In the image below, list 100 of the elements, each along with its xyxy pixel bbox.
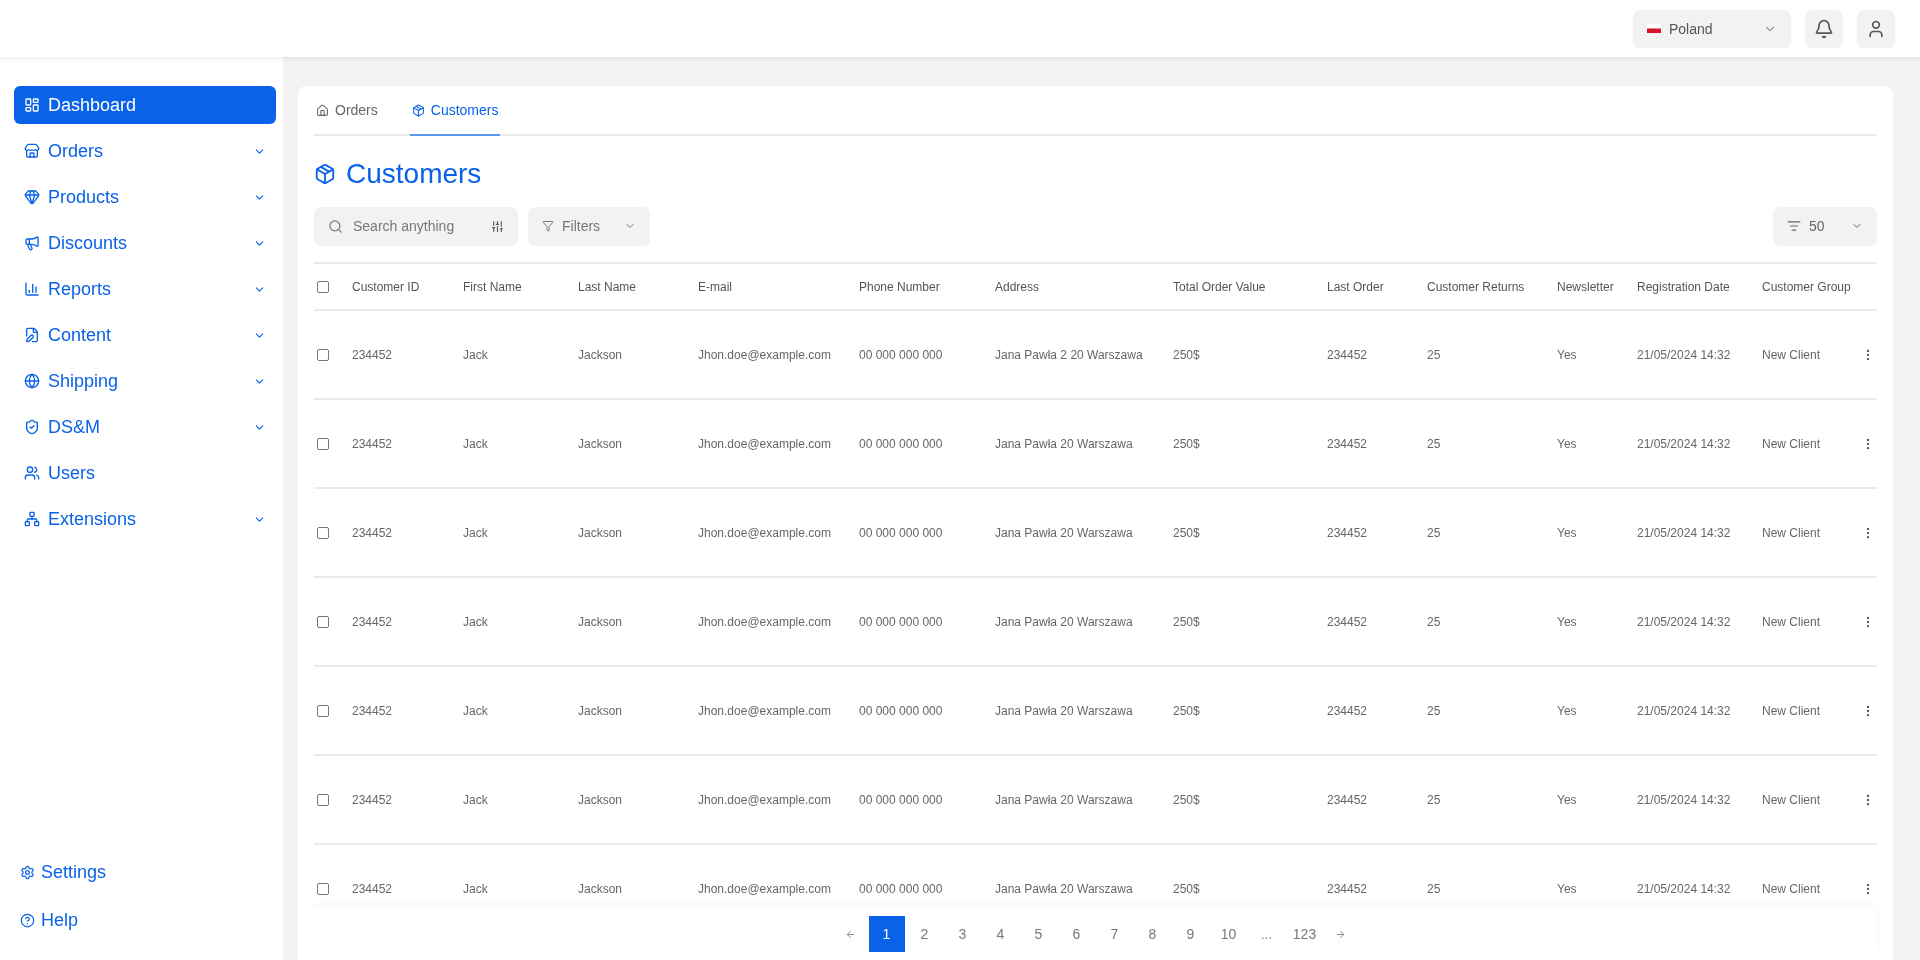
bell-icon	[1814, 18, 1834, 39]
sidebar-item[interactable]: Shipping	[14, 362, 276, 400]
sidebar-item[interactable]: Dashboard	[14, 86, 276, 124]
column-header: Phone Number	[859, 279, 941, 294]
column-header: Address	[995, 279, 1041, 294]
page-button[interactable]: 9	[1172, 916, 1209, 952]
table-cell-text: New Client	[1762, 436, 1822, 451]
table-cell-text: 234452	[352, 347, 394, 362]
checkbox[interactable]	[317, 437, 329, 450]
sidebar-item[interactable]: Discounts	[14, 224, 276, 262]
page-button[interactable]: 7	[1096, 916, 1133, 952]
search-field[interactable]: Search anything	[314, 206, 518, 246]
table-cell-text: 250$	[1173, 703, 1201, 718]
column-header: Customer Group	[1762, 279, 1852, 294]
table-cell-text: 234452	[1327, 792, 1369, 807]
tab[interactable]: Orders	[314, 86, 380, 136]
sliders-icon	[491, 219, 504, 233]
sidebar-item[interactable]: Extensions	[14, 500, 276, 538]
table-cell-text: 250$	[1173, 792, 1201, 807]
table-cell-text: Yes	[1557, 436, 1578, 451]
table-cell-text: Jackson	[578, 703, 624, 718]
profile-button[interactable]	[1857, 9, 1895, 48]
country-select[interactable]: Poland	[1633, 9, 1791, 48]
table-cell-text: Jackson	[578, 525, 624, 540]
page-button[interactable]: 8	[1134, 916, 1171, 952]
table-cell-text: 25	[1427, 792, 1442, 807]
table-cell-text: Jackson	[578, 436, 624, 451]
help-icon	[20, 912, 35, 928]
table-cell-text: Yes	[1557, 881, 1578, 896]
arrow-right-icon	[1335, 928, 1346, 940]
table-cell-text: 00 000 000 000	[859, 436, 944, 451]
filter-icon	[542, 220, 554, 232]
column-header: First Name	[463, 279, 523, 294]
table-cell-text: Jack	[463, 525, 489, 540]
sidebar-item[interactable]: Reports	[14, 270, 276, 308]
checkbox[interactable]	[317, 704, 329, 717]
checkbox[interactable]	[317, 615, 329, 628]
table-cell-text: Jhon.doe@example.com	[698, 881, 832, 896]
table-cell-text: 00 000 000 000	[859, 614, 944, 629]
table-cell-text: Yes	[1557, 614, 1578, 629]
checkbox[interactable]	[317, 882, 329, 895]
search-input[interactable]: Search anything	[351, 217, 483, 235]
table-cell-text: Yes	[1557, 525, 1578, 540]
table-cell-text: 234452	[1327, 881, 1369, 896]
page-button[interactable]: 4	[982, 916, 1019, 952]
column-header: Total Order Value	[1173, 279, 1267, 294]
page-button[interactable]: 5	[1020, 916, 1057, 952]
table-cell-text: 00 000 000 000	[859, 792, 944, 807]
table-cell-text: New Client	[1762, 525, 1822, 540]
column-header: E-mail	[698, 279, 733, 294]
shield-check-icon	[24, 419, 40, 435]
sidebar-item[interactable]: Content	[14, 316, 276, 354]
sidebar-item[interactable]: Products	[14, 178, 276, 216]
tab[interactable]: Customers	[409, 86, 501, 136]
sidebar-item[interactable]: Orders	[14, 132, 276, 170]
sidebar-item[interactable]: Users	[14, 454, 276, 492]
filters-button[interactable]: Filters	[528, 206, 650, 246]
table-cell-text: Jackson	[578, 347, 624, 362]
table-cell-text: New Client	[1762, 614, 1822, 629]
table-cell-text: Jana Pawła 20 Warszawa	[995, 703, 1134, 718]
table-cell-text: Jackson	[578, 881, 624, 896]
users-icon	[24, 465, 40, 481]
page-button[interactable]: 2	[906, 916, 943, 952]
table-cell-text: 25	[1427, 614, 1442, 629]
table-cell-text: Jack	[463, 347, 489, 362]
page-button[interactable]: 123	[1286, 916, 1323, 952]
table-cell-text: 00 000 000 000	[859, 703, 944, 718]
table-cell-text: 00 000 000 000	[859, 525, 944, 540]
sidebar-item[interactable]: DS&M	[14, 408, 276, 446]
table-cell-text: Yes	[1557, 703, 1578, 718]
table-cell-text: Jhon.doe@example.com	[698, 792, 832, 807]
table-cell-text: Jack	[463, 614, 489, 629]
store-icon	[24, 143, 40, 159]
settings-icon	[20, 864, 35, 880]
table-cell-text: Jhon.doe@example.com	[698, 614, 832, 629]
notifications-button[interactable]	[1805, 9, 1843, 48]
table-cell-text: 234452	[1327, 347, 1369, 362]
table-cell-text: Jackson	[578, 792, 624, 807]
checkbox[interactable]	[317, 280, 329, 293]
page-button[interactable]: 10	[1210, 916, 1247, 952]
table-cell-text: Jana Pawła 20 Warszawa	[995, 792, 1134, 807]
search-icon	[328, 218, 343, 234]
page-button[interactable]: 6	[1058, 916, 1095, 952]
checkbox[interactable]	[317, 793, 329, 806]
sidebar-item[interactable]: Settings	[14, 854, 276, 890]
table-cell-text: 21/05/2024 14:32	[1637, 792, 1732, 807]
table-cell-text: 250$	[1173, 525, 1201, 540]
sidebar-item[interactable]: Help	[14, 902, 276, 938]
table-cell-text: Jack	[463, 436, 489, 451]
table-cell-text: 234452	[1327, 525, 1369, 540]
grid-icon	[24, 97, 40, 113]
globe-icon	[24, 373, 40, 389]
page-size-select[interactable]: 50	[1773, 206, 1877, 246]
table-cell-text: 234452	[1327, 703, 1369, 718]
page-button[interactable]: 1	[868, 916, 905, 952]
table-cell-text: New Client	[1762, 881, 1822, 896]
page-button[interactable]: 3	[944, 916, 981, 952]
table-cell-text: Jhon.doe@example.com	[698, 525, 832, 540]
checkbox[interactable]	[317, 348, 329, 361]
checkbox[interactable]	[317, 526, 329, 539]
